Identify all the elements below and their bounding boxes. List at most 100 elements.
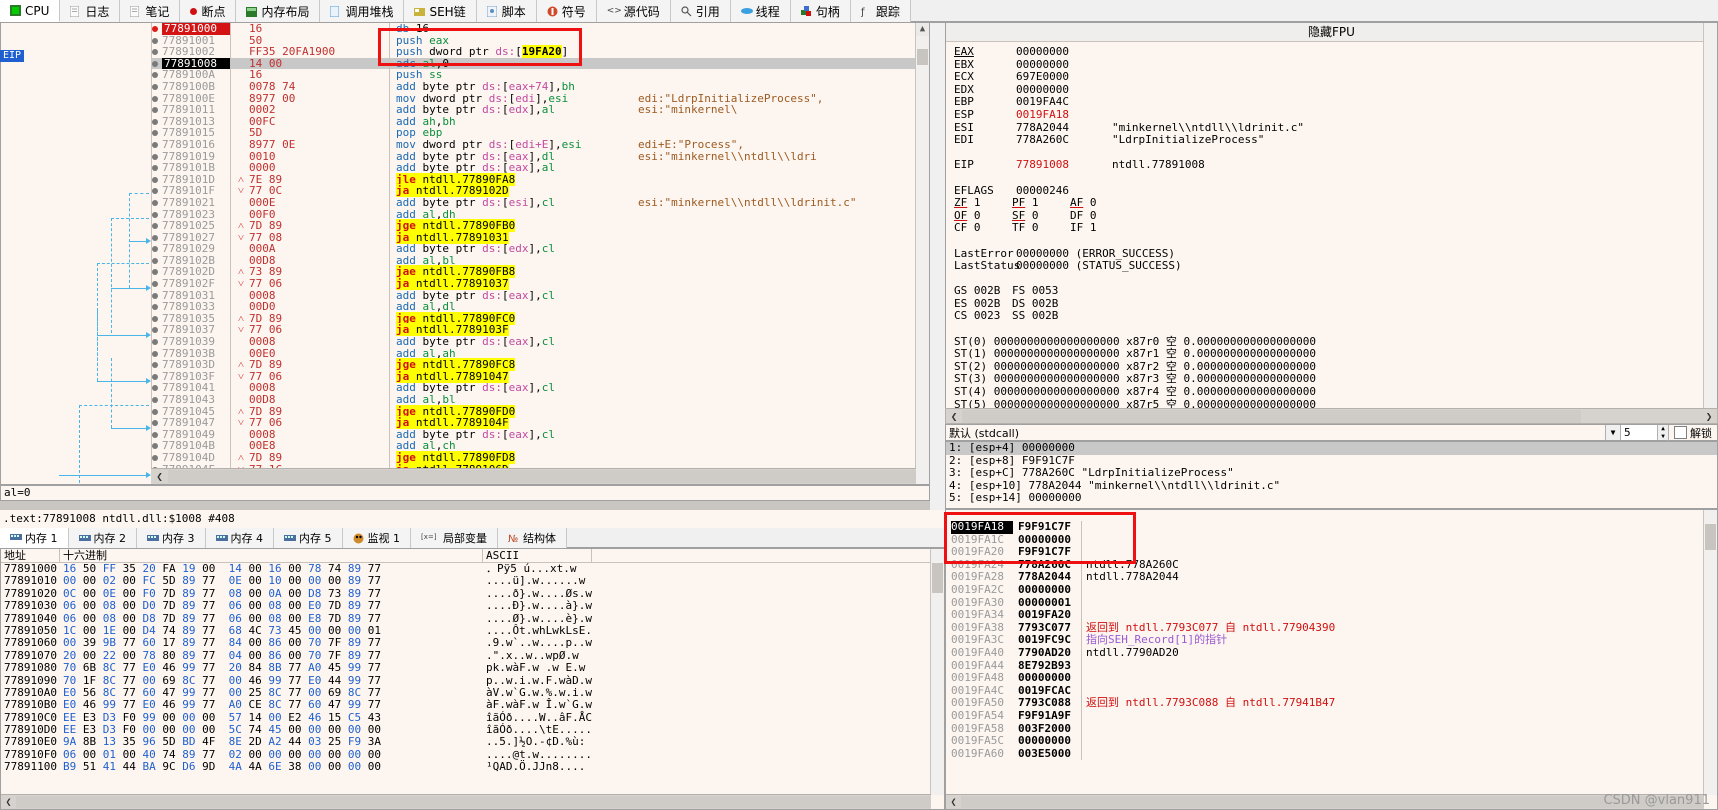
scroll-thumb[interactable] [16,796,931,808]
register-row[interactable]: ECX 697E0000 [954,71,1717,84]
tab-script[interactable]: 脚本 [476,0,537,22]
disassembly-row[interactable]: 77891043 00D8 add al,bl [151,394,916,406]
segment-cs[interactable]: CS 0023 [954,310,1012,323]
tab-log[interactable]: 日志 [60,0,121,22]
breakpoint-dot-icon[interactable] [152,304,158,311]
breakpoint-dot-icon[interactable] [152,60,158,67]
eflags-row[interactable]: EFLAGS 00000246 [954,184,1717,198]
scroll-thumb[interactable] [962,409,1581,423]
memory-dump-panel[interactable]: 地址 十六进制 ASCII 77891000 16 50 FF 35 20 FA … [0,548,945,810]
breakpoint-dot-icon[interactable] [152,420,158,427]
breakpoint-dot-icon[interactable] [152,211,158,218]
dump-row[interactable]: 77891100 B9 51 41 44 BA 9C D6 9D 4A 4A 6E… [1,760,944,773]
disassembly-row[interactable]: 77891013 00FC add ah,bh [151,115,916,128]
tab-trace[interactable]: ƒ 跟踪 [850,0,911,22]
flags-row[interactable]: OF 0 SF 0 DF 0 [954,209,1717,223]
flag-if[interactable]: IF 1 [1070,222,1128,235]
stack-rows[interactable]: 0019FA18 F9F91C7F 0019FA1C 00000000 0019FA20… [946,520,1704,761]
breakpoint-dot-icon[interactable] [152,72,158,79]
breakpoint-dot-icon[interactable] [152,165,158,172]
scroll-thumb[interactable] [932,563,943,593]
segment-gs[interactable]: GS 002B [954,285,1012,298]
disassembly-row[interactable]: 7789102F ˅ 77 06 ja ntdll.77891037 [151,277,916,291]
hide-fpu-button[interactable]: 隐藏FPU [946,23,1717,42]
tab-symbols[interactable]: 符号 [536,0,597,22]
tab-locals[interactable]: [x=] 局部变量 [411,528,498,548]
tab-memory[interactable]: 内存 3 [137,528,206,548]
disassembly-rows[interactable]: 77891000 16 db 16 77891001 50 push eax 7789100… [151,23,916,484]
breakpoint-dot-icon[interactable] [152,327,158,334]
stack-hscrollbar[interactable]: ❮ [946,794,1704,809]
tab-call-stack[interactable]: 调用堆栈 [320,0,405,22]
disassembly-vscrollbar[interactable]: ▲ [915,23,929,484]
stepper-down-icon[interactable]: ▼ [1657,432,1668,440]
unlock-checkbox[interactable] [1674,426,1687,439]
breakpoint-dot-icon[interactable] [152,176,158,183]
breakpoint-dot-icon[interactable] [152,431,158,438]
stack-row[interactable]: 0019FA2C 00000000 [946,583,1704,597]
scroll-right-icon[interactable]: ❯ [1701,410,1717,423]
breakpoint-dot-icon[interactable] [152,373,158,380]
breakpoint-dot-icon[interactable] [152,130,158,137]
breakpoint-dot-icon[interactable] [152,269,158,276]
calling-convention-bar[interactable]: 默认 (stdcall) ▼ 5 ▲ ▼ 解锁 [945,424,1718,441]
breakpoint-dot-icon[interactable] [152,292,158,299]
breakpoint-dot-icon[interactable] [152,118,158,125]
breakpoint-dot-icon[interactable] [152,350,158,357]
breakpoint-dot-icon[interactable] [152,281,158,288]
register-row[interactable]: ESP 0019FA18 [954,108,1717,122]
tab-memory[interactable]: 内存 2 [68,528,137,548]
calling-convention-select[interactable]: 默认 (stdcall) [946,425,1605,441]
scroll-left-icon[interactable]: ❮ [151,470,168,483]
scroll-left-icon[interactable]: ❮ [946,410,962,423]
main-tab-bar[interactable]: CPU 日志 笔记 断点 内存布局 调用堆栈 SEH链 脚本 符号 <> 源代码 引用 线程 句柄 ƒ 跟踪 [0,0,1718,23]
chevron-down-icon[interactable]: ▼ [1605,425,1620,440]
breakpoint-dot-icon[interactable] [152,443,158,450]
stack-row[interactable]: 0019FA60 003E5000 [946,747,1704,761]
scroll-thumb[interactable] [917,49,928,65]
stack-row[interactable]: 0019FA20 F9F91C7F [946,546,1704,559]
argument-row[interactable]: 1: [esp+4] 00000000 [946,442,1717,455]
register-row-eip[interactable]: EIP 77891008 ntdll.77891008 [954,159,1717,172]
tab-memory[interactable]: 内存 1 [0,528,69,548]
dump-vscrollbar[interactable] [930,549,944,795]
flag-cf[interactable]: CF 0 [954,222,1012,235]
register-row[interactable]: EAX 00000000 [954,45,1717,59]
flag-tf[interactable]: TF 0 [1012,222,1070,235]
breakpoint-dot-icon[interactable] [152,257,158,264]
breakpoint-dot-icon[interactable] [152,234,158,241]
stepper-arrows[interactable]: ▲ ▼ [1657,425,1668,440]
tab-struct[interactable]: № 结构体 [498,528,567,548]
tab-memory[interactable]: 内存 4 [205,528,274,548]
unlock-checkbox-wrapper[interactable]: 解锁 [1668,424,1717,441]
arguments-panel[interactable]: 1: [esp+4] 00000000 2: [esp+8] F9F91C7F 3:… [945,441,1718,509]
tab-handles[interactable]: 句柄 [790,0,851,22]
breakpoint-dot-icon[interactable] [152,362,158,369]
disassembly-panel[interactable]: 77891000 16 db 16 77891001 50 push eax 7789100… [0,22,930,485]
breakpoint-dot-icon[interactable] [152,37,158,44]
arg-count-stepper[interactable]: 5 ▲ ▼ [1620,425,1668,440]
fpu-row[interactable]: ST(4) 0000000000000000000 x87r4 空 0.0000… [954,385,1717,399]
stack-panel[interactable]: 0019FA18 F9F91C7F 0019FA1C 00000000 0019FA20… [945,509,1718,810]
flags-row[interactable]: ZF 1 PF 1 AF 0 [954,196,1717,210]
tab-references[interactable]: 引用 [670,0,731,22]
scroll-thumb[interactable] [1705,524,1716,550]
registers-hscrollbar[interactable]: ❮ ❯ [945,408,1718,424]
segment-row[interactable]: ES 002B DS 002B [954,297,1717,311]
tab-memory[interactable]: 内存 5 [274,528,343,548]
breakpoint-dot-icon[interactable] [152,49,158,56]
breakpoint-dot-icon[interactable] [152,223,158,230]
breakpoint-dot-icon[interactable] [152,153,158,160]
flags-row[interactable]: CF 0 TF 0 IF 1 [954,222,1717,235]
scroll-left-icon[interactable]: ❮ [946,797,961,808]
disassembly-row[interactable]: 77891021 000E add byte ptr ds:[esi],cl esi:… [151,197,916,209]
disassembly-row[interactable]: 77891000 16 db 16 [151,23,916,35]
stack-row[interactable]: 0019FA34 0019FA20 [946,609,1704,622]
argument-row[interactable]: 3: [esp+C] 778A260C "LdrpInitializeProce… [946,467,1717,480]
breakpoint-dot-icon[interactable] [152,141,158,148]
disassembly-row[interactable]: 77891016 8977 0E mov dword ptr ds:[edi+E],… [151,139,916,162]
stack-row[interactable]: 0019FA18 F9F91C7F [946,520,1704,534]
tab-watch[interactable]: 监视 1 [342,528,411,548]
tab-seh[interactable]: SEH链 [404,0,477,22]
stack-vscrollbar[interactable] [1703,510,1717,795]
